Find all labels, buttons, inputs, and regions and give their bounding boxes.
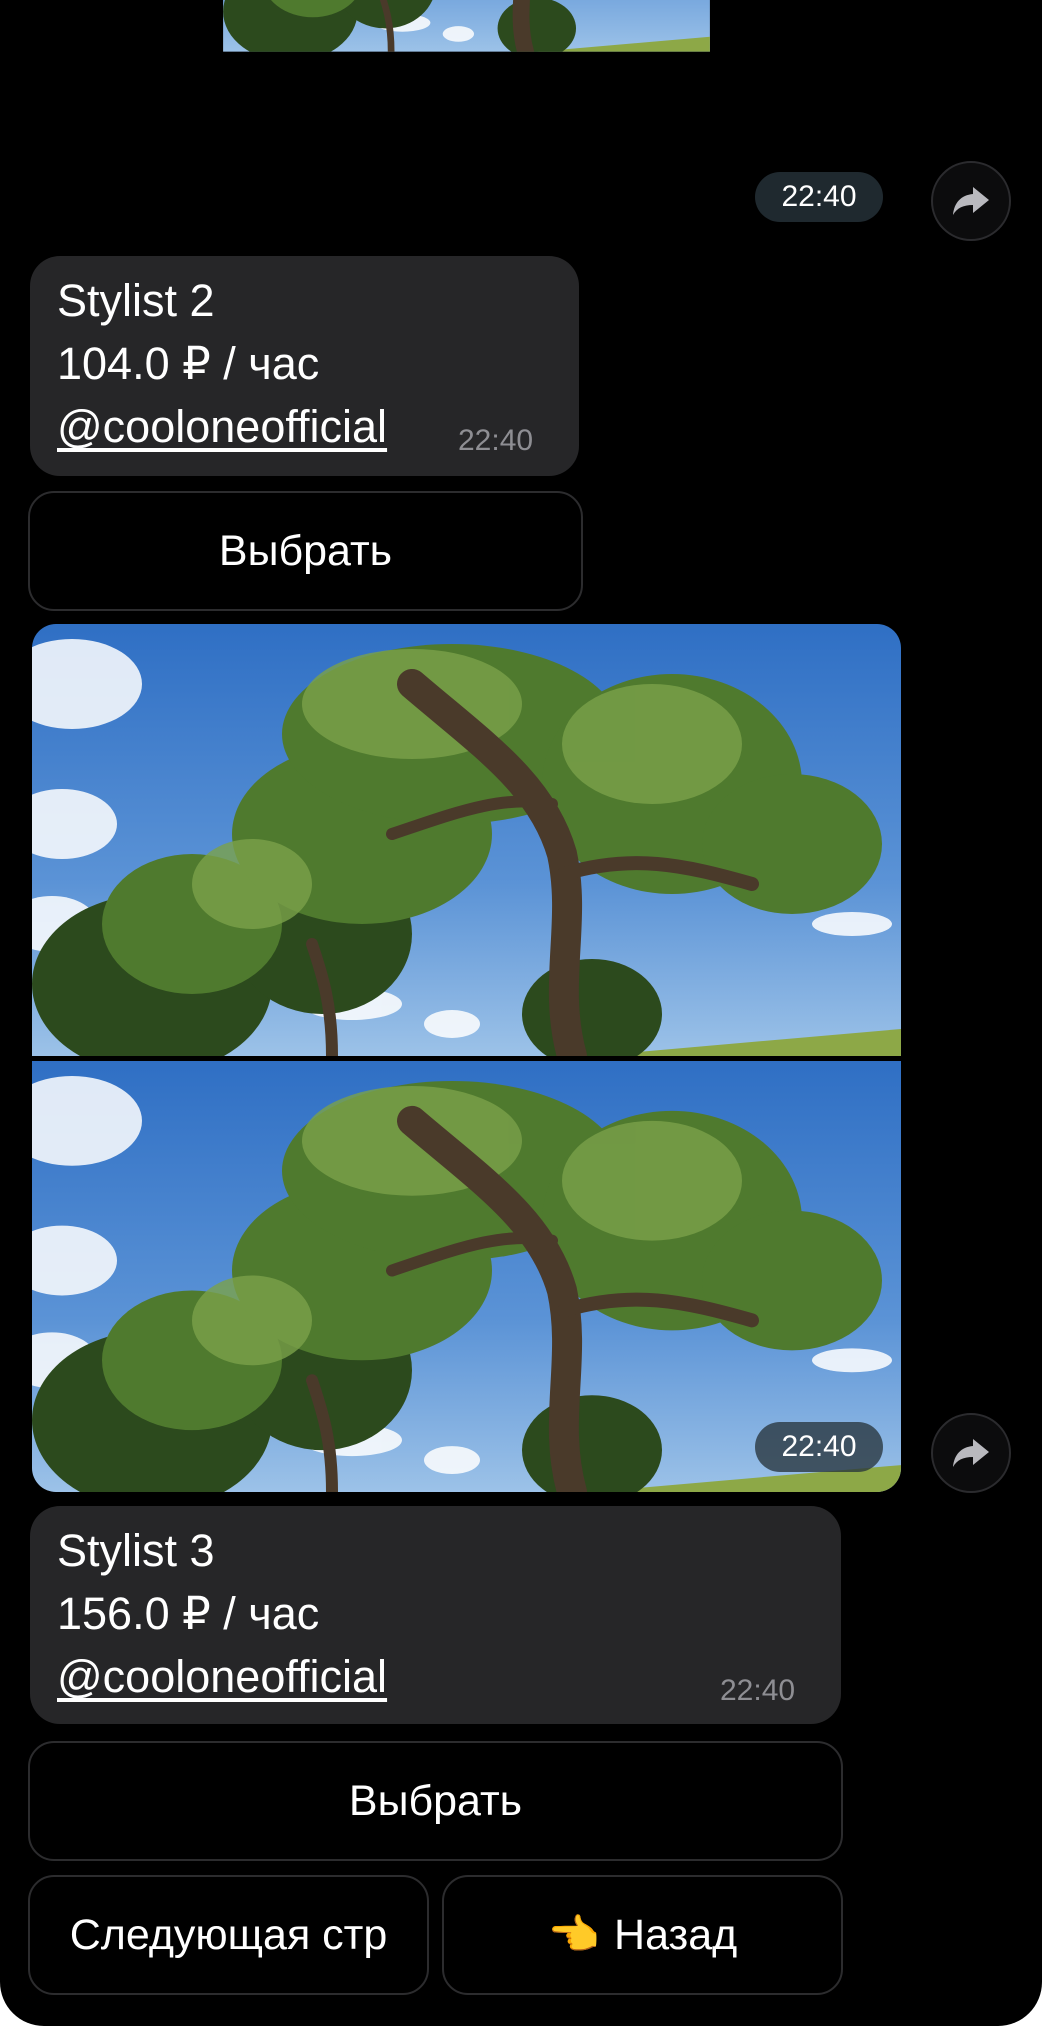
next-page-button[interactable]: Следующая стр bbox=[28, 1875, 429, 1995]
photo-message-2a[interactable] bbox=[32, 624, 901, 1056]
photo-timestamp: 22:40 bbox=[755, 172, 883, 222]
share-button[interactable] bbox=[931, 1413, 1011, 1493]
username-link[interactable]: @cooloneofficial bbox=[57, 1648, 387, 1706]
stylist-price: 104.0 ₽ / час bbox=[57, 338, 320, 389]
stylist-name: Stylist 3 bbox=[57, 1525, 215, 1576]
share-button[interactable] bbox=[931, 161, 1011, 241]
message-bubble-stylist-2: Stylist 2 104.0 ₽ / час @cooloneofficial… bbox=[30, 256, 579, 476]
chat-screen: 22:40 Stylist 2 104.0 ₽ / час @cooloneof… bbox=[0, 0, 1042, 2026]
message-timestamp: 22:40 bbox=[458, 424, 534, 457]
pointing-left-hand-icon: 👈 bbox=[547, 1910, 601, 1958]
select-button-stylist-3[interactable]: Выбрать bbox=[28, 1741, 843, 1861]
photo-timestamp: 22:40 bbox=[755, 1422, 883, 1472]
message-timestamp: 22:40 bbox=[720, 1674, 796, 1707]
select-button-stylist-2[interactable]: Выбрать bbox=[28, 491, 583, 611]
back-button[interactable]: 👈 Назад bbox=[442, 1875, 843, 1995]
stylist-price: 156.0 ₽ / час bbox=[57, 1588, 320, 1639]
share-arrow-icon bbox=[953, 187, 989, 215]
username-link[interactable]: @cooloneofficial bbox=[57, 398, 387, 456]
stylist-name: Stylist 2 bbox=[57, 275, 215, 326]
message-bubble-stylist-3: Stylist 3 156.0 ₽ / час @cooloneofficial… bbox=[30, 1506, 841, 1724]
back-button-label: Назад bbox=[614, 1910, 738, 1959]
share-arrow-icon bbox=[953, 1439, 989, 1467]
